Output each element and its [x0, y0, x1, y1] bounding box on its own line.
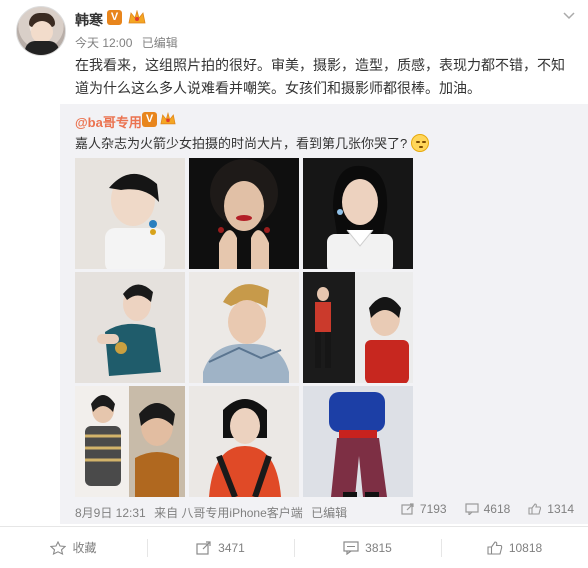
star-icon: [50, 540, 67, 555]
repost-icon: [401, 503, 414, 515]
original-repost-button[interactable]: 7193: [401, 502, 447, 516]
original-date[interactable]: 8月9日 12:31: [75, 506, 146, 520]
chevron-down-icon[interactable]: [562, 10, 576, 20]
photo-5[interactable]: [189, 272, 299, 383]
original-like-count: 1314: [547, 502, 574, 516]
emoji-icon: [411, 134, 430, 152]
photo-8[interactable]: [189, 386, 299, 497]
like-icon: [528, 503, 542, 515]
original-like-button[interactable]: 1314: [528, 502, 574, 516]
photo-7[interactable]: [75, 386, 185, 497]
original-source[interactable]: 来自 八哥专用iPhone客户端: [154, 506, 303, 520]
crown-icon: [128, 10, 146, 24]
photo-4[interactable]: [75, 272, 185, 383]
comment-icon: [464, 503, 479, 515]
photo-3[interactable]: [303, 158, 413, 269]
like-count: 10818: [508, 540, 543, 555]
original-edited[interactable]: 已编辑: [311, 506, 347, 520]
original-actions: 7193 4618 1314: [401, 502, 574, 516]
photo-2[interactable]: [189, 158, 299, 269]
action-bar: 收藏 3471 3815 10818: [0, 526, 588, 568]
verified-badge: V: [107, 10, 122, 25]
edited-label[interactable]: 已编辑: [142, 36, 178, 50]
post-meta: 今天 12:00 已编辑: [75, 34, 184, 51]
original-author[interactable]: @ba哥专用: [75, 112, 142, 131]
comment-icon: [343, 540, 359, 555]
photo-9[interactable]: [303, 386, 413, 497]
repost-icon: [196, 540, 211, 555]
photo-1[interactable]: [75, 158, 185, 269]
weibo-post: 韩寒 V 今天 12:00 已编辑 在我看来，这组照片拍的很好。审美，摄影，造型…: [0, 0, 588, 568]
original-text: 嘉人杂志为火箭少女拍摄的时尚大片，看到第几张你哭了?: [75, 133, 430, 152]
verified-badge: V: [142, 112, 157, 127]
username[interactable]: 韩寒: [75, 10, 103, 30]
original-repost-count: 7193: [419, 502, 447, 516]
like-icon: [487, 540, 503, 555]
repost-count: 3471: [218, 540, 245, 555]
avatar[interactable]: [16, 6, 66, 56]
comment-button[interactable]: 3815: [294, 527, 441, 568]
favorite-button[interactable]: 收藏: [0, 527, 147, 568]
repost-box: @ba哥专用 V 嘉人杂志为火箭少女拍摄的时尚大片，看到第几张你哭了? 8月9日…: [60, 104, 588, 524]
post-time[interactable]: 今天 12:00: [75, 36, 132, 50]
original-meta: 8月9日 12:31 来自 八哥专用iPhone客户端 已编辑: [75, 504, 352, 521]
photo-6[interactable]: [303, 272, 413, 383]
original-comment-button[interactable]: 4618: [464, 502, 511, 516]
repost-button[interactable]: 3471: [147, 527, 294, 568]
favorite-label: 收藏: [72, 541, 97, 555]
post-text: 在我看来，这组照片拍的很好。审美，摄影，造型，质感，表现力都不错，不知道为什么这…: [75, 57, 565, 96]
original-text-content: 嘉人杂志为火箭少女拍摄的时尚大片，看到第几张你哭了?: [75, 136, 408, 151]
like-button[interactable]: 10818: [441, 527, 588, 568]
comment-count: 3815: [365, 540, 392, 555]
original-comment-count: 4618: [483, 502, 511, 516]
crown-icon: [160, 112, 176, 125]
